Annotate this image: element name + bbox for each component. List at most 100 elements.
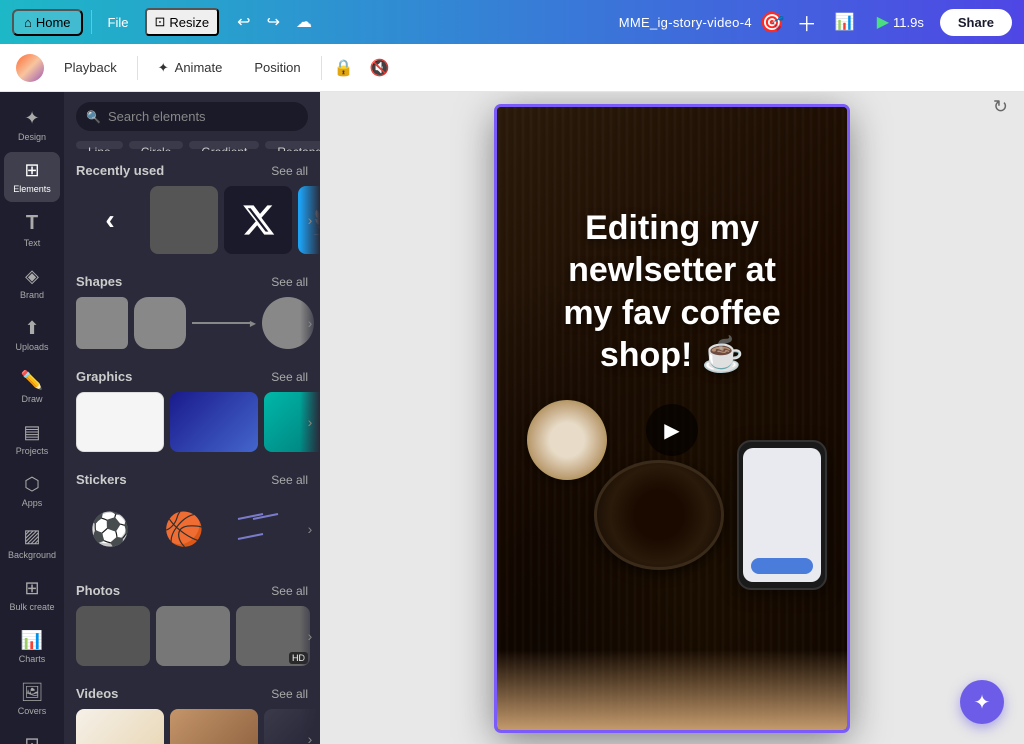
stickers-see-all[interactable]: See all xyxy=(271,473,308,487)
shape-arrow-line[interactable] xyxy=(192,297,256,349)
bulk-create-label: Bulk create xyxy=(9,602,54,612)
videos-header: Videos See all xyxy=(64,682,320,709)
sidebar-item-covers[interactable]: 🖼 Covers xyxy=(4,674,60,724)
photos-label: Photos xyxy=(76,583,120,598)
animate-label: Animate xyxy=(175,60,223,75)
photos-row: HD xyxy=(64,606,320,666)
graphics-row-wrapper: › xyxy=(64,392,320,452)
background-icon: ▨ xyxy=(23,526,40,547)
sidebar-item-charts[interactable]: 📊 Charts xyxy=(4,622,60,672)
stickers-header: Stickers See all xyxy=(64,468,320,495)
shapes-more-chevron[interactable]: › xyxy=(300,297,320,349)
sidebar-item-bulk-create[interactable]: ⊞ Bulk create xyxy=(4,570,60,620)
text-icon: T xyxy=(26,212,38,235)
shape-rounded-rect[interactable] xyxy=(134,297,186,349)
canvas-frame[interactable]: Editing mynewlsetter atmy fav coffeeshop… xyxy=(497,107,847,730)
play-icon: ▶ xyxy=(877,12,889,32)
resize-label: Resize xyxy=(169,15,209,30)
brand-icon: ◈ xyxy=(25,266,39,287)
sidebar-item-uploads[interactable]: ⬆ Uploads xyxy=(4,310,60,360)
projects-label: Projects xyxy=(16,446,49,456)
apps-label: Apps xyxy=(22,498,43,508)
help-button[interactable]: ✦ xyxy=(960,680,1004,724)
background-label: Background xyxy=(8,550,56,560)
playback-button[interactable]: Playback xyxy=(52,54,129,81)
shapes-label: Shapes xyxy=(76,274,122,289)
search-input[interactable] xyxy=(76,102,308,131)
sticker-item-3[interactable] xyxy=(224,495,292,563)
collaborators: 🎯 xyxy=(760,10,785,35)
sidebar-item-line-icons[interactable]: ⊡ Line Icons xyxy=(4,726,60,744)
lock-icon[interactable]: 🔒 xyxy=(330,54,358,82)
sticker-item-2[interactable]: 🏀 xyxy=(150,495,218,563)
main-area: ✦ Design ⊞ Elements T Text ◈ Brand ⬆ Upl… xyxy=(0,92,1024,744)
canvas-refresh-button[interactable]: ↻ xyxy=(993,97,1008,118)
file-menu[interactable]: File xyxy=(100,11,137,34)
videos-more-chevron[interactable]: › xyxy=(300,709,320,744)
recently-used-see-all[interactable]: See all xyxy=(271,164,308,178)
undo-button[interactable]: ↩ xyxy=(231,8,256,36)
shapes-see-all[interactable]: See all xyxy=(271,275,308,289)
sidebar-item-background[interactable]: ▨ Background xyxy=(4,518,60,568)
sidebar-item-brand[interactable]: ◈ Brand xyxy=(4,258,60,308)
recently-more-chevron[interactable]: › xyxy=(300,186,320,254)
covers-label: Covers xyxy=(18,706,47,716)
redo-button[interactable]: ↪ xyxy=(261,8,286,36)
sidebar-item-projects[interactable]: ▤ Projects xyxy=(4,414,60,464)
graphics-see-all[interactable]: See all xyxy=(271,370,308,384)
recently-item-blank[interactable] xyxy=(150,186,218,254)
sidebar-item-apps[interactable]: ⬡ Apps xyxy=(4,466,60,516)
recently-item-x[interactable] xyxy=(224,186,292,254)
sidebar-item-elements[interactable]: ⊞ Elements xyxy=(4,152,60,202)
videos-section: Videos See all 14.0s 12.0s 15.0s xyxy=(64,674,320,744)
sticker-item-1[interactable]: ⚽ xyxy=(76,495,144,563)
preview-play-button[interactable]: ▶ 11.9s xyxy=(869,8,932,36)
cloud-save-button[interactable]: ☁ xyxy=(290,8,318,36)
add-collaborator-button[interactable]: ＋ xyxy=(793,4,821,41)
graphic-item-1[interactable] xyxy=(76,392,164,452)
quick-tags-row: Line Circle Gradient Rectangle Bl... xyxy=(64,141,320,151)
mute-icon[interactable]: 🔇 xyxy=(366,54,394,82)
recently-used-row: ‹ › xyxy=(64,186,320,254)
tag-gradient[interactable]: Gradient xyxy=(189,141,259,149)
graphics-label: Graphics xyxy=(76,369,132,384)
shape-square[interactable] xyxy=(76,297,128,349)
elements-icon: ⊞ xyxy=(24,160,39,181)
home-label: Home xyxy=(36,15,71,30)
photo-item-3[interactable]: HD xyxy=(236,606,310,666)
recently-item-chevron[interactable]: ‹ xyxy=(76,186,144,254)
canvas-text[interactable]: Editing mynewlsetter atmy fav coffeeshop… xyxy=(497,207,847,377)
videos-row: 14.0s 12.0s 15.0s xyxy=(64,709,320,744)
design-label: Design xyxy=(18,132,46,142)
graphics-row xyxy=(64,392,320,452)
analytics-button[interactable]: 📊 xyxy=(829,8,861,36)
photos-more-chevron[interactable]: › xyxy=(300,606,320,666)
playback-label: Playback xyxy=(64,60,117,75)
topbar-separator xyxy=(91,10,92,34)
photos-see-all[interactable]: See all xyxy=(271,584,308,598)
tag-rectangle[interactable]: Rectangle xyxy=(265,141,320,149)
sidebar-item-draw[interactable]: ✏️ Draw xyxy=(4,362,60,412)
draw-label: Draw xyxy=(21,394,42,404)
elements-panel: Line Circle Gradient Rectangle Bl... Rec… xyxy=(64,92,320,744)
tag-circle[interactable]: Circle xyxy=(129,141,184,149)
position-button[interactable]: Position xyxy=(242,54,312,81)
animate-button[interactable]: ✦ Animate xyxy=(146,54,235,82)
sidebar-item-design[interactable]: ✦ Design xyxy=(4,100,60,150)
video-thumb-1 xyxy=(76,709,164,744)
canvas-play-button[interactable]: ▶ xyxy=(646,404,698,456)
graphics-more-chevron[interactable]: › xyxy=(300,392,320,452)
graphic-item-2[interactable] xyxy=(170,392,258,452)
sidebar-item-text[interactable]: T Text xyxy=(4,204,60,256)
video-item-2[interactable]: 12.0s xyxy=(170,709,258,744)
photo-item-1[interactable] xyxy=(76,606,150,666)
shapes-section: Shapes See all › xyxy=(64,262,320,357)
photo-item-2[interactable] xyxy=(156,606,230,666)
videos-see-all[interactable]: See all xyxy=(271,687,308,701)
video-item-1[interactable]: 14.0s xyxy=(76,709,164,744)
tag-line[interactable]: Line xyxy=(76,141,123,149)
stickers-more-chevron[interactable]: › xyxy=(300,495,320,563)
home-button[interactable]: ⌂ Home xyxy=(12,9,83,36)
share-button[interactable]: Share xyxy=(940,9,1012,36)
resize-button[interactable]: ⊡ Resize xyxy=(145,8,220,36)
